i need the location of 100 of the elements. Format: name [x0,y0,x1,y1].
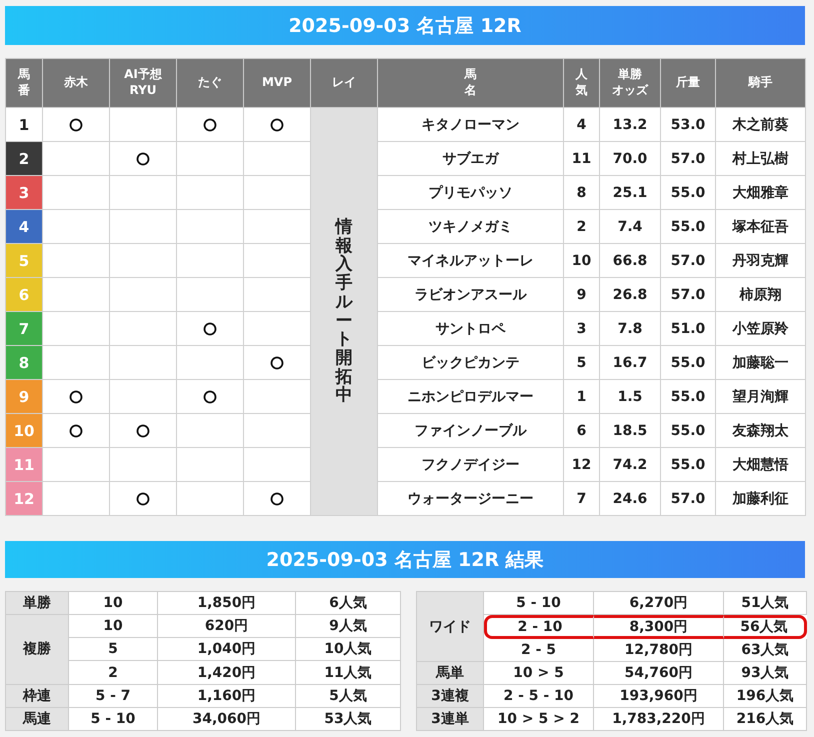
header-text: 名 [463,83,478,99]
table-cell: 2 - 5 - 10 [484,685,594,708]
table-cell: 57.0 [660,278,716,312]
bet-type-cell: 3連複 [417,685,484,708]
header-text: レイ [331,75,357,91]
table-cell: 加藤聡一 [716,346,806,380]
table-cell: 55.0 [660,380,716,414]
table-cell: 5 - 10 [484,592,594,615]
table-cell: 10 > 5 [484,662,594,685]
table-cell: 5人気 [296,684,401,708]
table-cell: 1,850円 [158,592,296,616]
table-cell: 10 [564,244,600,278]
table-cell: 3 [564,312,600,346]
frame-number: 1 [6,108,42,142]
frame-number: 8 [6,346,42,380]
table-cell: 66.8 [600,244,660,278]
table-cell: 9 [564,278,600,312]
race-title-bar: 2025-09-03 名古屋 12R [5,6,805,45]
bet-type-cell: 馬単 [417,662,484,685]
frame-number: 5 [6,244,42,278]
table-cell: 55.0 [660,448,716,482]
table-cell: 1,040円 [158,638,296,662]
table-cell: 57.0 [660,244,716,278]
table-cell: 1.5 [600,380,660,414]
frame-number: 6 [6,278,42,312]
table-cell: 小笠原羚 [716,312,806,346]
table-cell: 柿原翔 [716,278,806,312]
table-cell: 56人気 [724,615,807,639]
table-cell: 加藤利征 [716,482,806,516]
table-cell: 1,160円 [158,684,296,708]
table-cell: ラビオンアスール [378,278,564,312]
table-cell: 12 [564,448,600,482]
frame-number: 7 [6,312,42,346]
table-cell: マイネルアットーレ [378,244,564,278]
table-cell: フクノデイジー [378,448,564,482]
frame-number: 11 [6,448,42,482]
header-text: RYU [128,83,158,99]
table-cell: 6,270円 [594,592,724,615]
bet-type-cell: 馬連 [6,708,69,731]
header-text: たぐ [197,75,223,91]
table-cell: 18.5 [600,414,660,448]
table-cell: 1 [564,380,600,414]
table-cell: 9人気 [296,615,401,638]
header-text: 番 [17,83,31,99]
table-cell: 55.0 [660,210,716,244]
table-cell: 63人気 [724,639,807,662]
table-cell: 93人気 [724,662,807,685]
table-cell: 620円 [158,615,296,638]
header-text: 単勝 [617,67,643,83]
table-cell: 196人気 [724,685,807,708]
table-cell: 216人気 [724,708,807,731]
table-cell: 11人気 [296,661,401,685]
table-cell: 10 [69,592,158,616]
bet-type-cell: ワイド [417,592,484,662]
frame-number: 2 [6,142,42,176]
table-cell: サブエガ [378,142,564,176]
bet-type-cell: 複勝 [6,615,69,685]
frame-number: 3 [6,176,42,210]
table-cell: 74.2 [600,448,660,482]
table-cell: 57.0 [660,482,716,516]
header-text: 赤木 [63,75,89,91]
table-cell: 51人気 [724,592,807,615]
header-text: 馬 [16,67,31,83]
table-cell: 24.6 [600,482,660,516]
table-cell: 望月洵輝 [716,380,806,414]
table-cell: 55.0 [660,346,716,380]
table-cell: 10人気 [296,638,401,662]
table-cell: 12,780円 [594,639,724,662]
frame-number: 9 [6,380,42,414]
table-cell: 54,760円 [594,662,724,685]
table-cell: ニホンピロデルマー [378,380,564,414]
table-cell: 6人気 [296,592,401,616]
table-cell: ツキノメガミ [378,210,564,244]
table-cell: 34,060円 [158,708,296,731]
table-cell: 2 [69,661,158,685]
header-text: 馬 [463,67,478,83]
table-cell: 大畑慧悟 [716,448,806,482]
result-title-bar: 2025-09-03 名古屋 12R 結果 [5,541,805,578]
table-cell: 8 [564,176,600,210]
table-cell: 5 [564,346,600,380]
table-cell: 塚本征吾 [716,210,806,244]
table-cell: 2 - 10 [484,615,594,639]
table-cell: 16.7 [600,346,660,380]
table-cell: 10 > 5 > 2 [484,708,594,731]
bet-type-cell: 3連単 [417,708,484,731]
table-cell: キタノローマン [378,108,564,142]
table-cell: 5 [69,638,158,662]
frame-number: 10 [6,414,42,448]
table-cell: 53.0 [660,108,716,142]
table-cell: 10 [69,615,158,638]
header-text: 気 [574,83,588,99]
table-cell: プリモパッソ [378,176,564,210]
table-cell: 2 - 5 [484,639,594,662]
header-text: 斤量 [675,75,701,91]
bet-type-cell: 単勝 [6,592,69,616]
table-cell: 55.0 [660,176,716,210]
table-cell: 丹羽克輝 [716,244,806,278]
rei-note-cell: 情報入手ルート開拓中 [310,108,378,516]
table-cell: サントロペ [378,312,564,346]
table-cell: ビックピカンテ [378,346,564,380]
